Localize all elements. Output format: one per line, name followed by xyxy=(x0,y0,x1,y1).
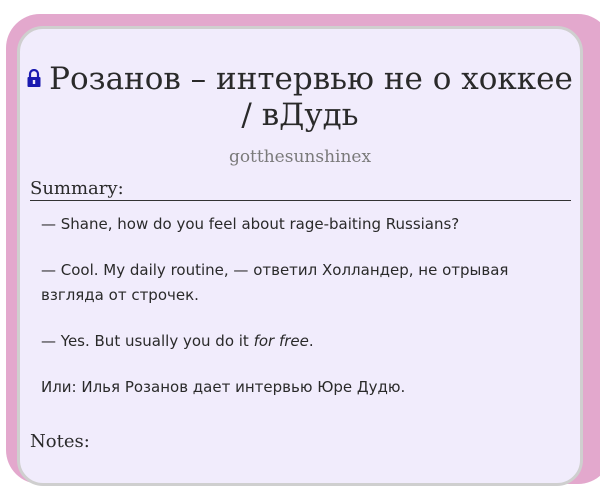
summary-text: — Shane, how do you feel about rage-bait… xyxy=(41,212,561,421)
summary-text-fragment: — Yes. But usually you do it xyxy=(41,332,254,350)
work-card: Розанов – интервью не о хоккее / вДудь g… xyxy=(17,26,583,486)
work-header: Розанов – интервью не о хоккее / вДудь xyxy=(20,59,580,133)
summary-emphasis: for free xyxy=(253,332,309,350)
work-title-text[interactable]: Розанов – интервью не о хоккее / вДудь xyxy=(49,61,573,133)
summary-paragraph: Или: Илья Розанов дает интервью Юре Дудю… xyxy=(41,378,406,396)
lock-icon xyxy=(27,59,41,95)
author-link[interactable]: gotthesunshinex xyxy=(20,147,580,167)
summary-paragraph: — Cool. My daily routine, — ответил Холл… xyxy=(41,261,509,304)
notes-heading: Notes: xyxy=(30,431,90,452)
summary-text-fragment: . xyxy=(308,332,314,350)
work-title: Розанов – интервью не о хоккее / вДудь xyxy=(20,59,580,133)
summary-paragraph: — Shane, how do you feel about rage-bait… xyxy=(41,215,460,233)
summary-paragraph: — Yes. But usually you do it for free. xyxy=(41,329,561,354)
summary-heading: Summary: xyxy=(30,178,571,201)
